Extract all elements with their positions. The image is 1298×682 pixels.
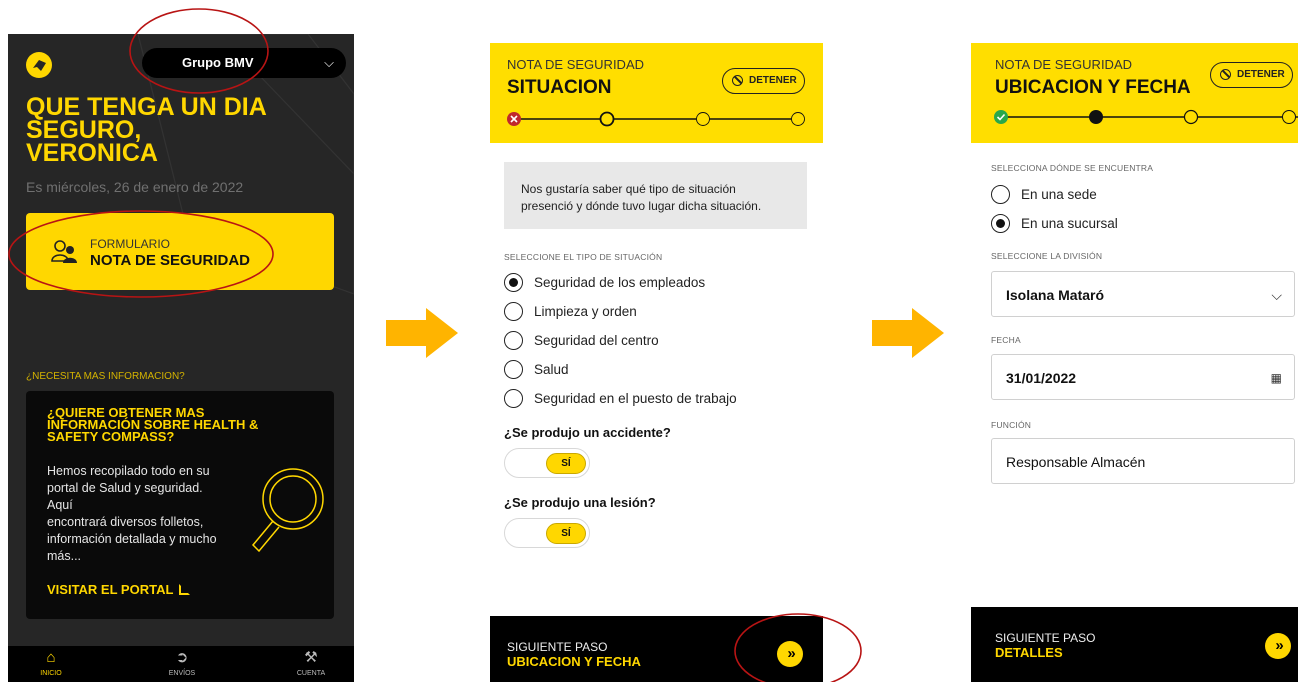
send-icon: ➲ <box>175 649 189 666</box>
body-line: encontrará diversos folletos, <box>47 515 204 529</box>
situation-option[interactable]: Seguridad del centro <box>504 330 659 352</box>
situation-option[interactable]: Seguridad de los empleados <box>504 272 705 294</box>
chevron-down-icon: ⌵ <box>1271 287 1282 303</box>
intro-line: presenció y dónde tuvo lugar dicha situa… <box>521 199 762 213</box>
tab-envios[interactable]: ➲ ENVÍOS <box>142 649 222 677</box>
option-label: En una sucursal <box>1021 216 1118 231</box>
tab-label: ENVÍOS <box>168 670 196 677</box>
body-line: Hemos recopilado todo en su <box>47 464 210 478</box>
option-label: Seguridad del centro <box>534 333 659 348</box>
chevron-down-icon: ⌵ <box>324 55 334 70</box>
location-option[interactable]: En una sucursal <box>991 213 1118 235</box>
flow-arrow-icon <box>386 308 458 358</box>
form-card-kicker: FORMULARIO <box>90 237 171 251</box>
next-step-title: DETALLES <box>995 645 1063 660</box>
info-card-heading: ¿QUIERE OBTENER MAS INFORMACIÓN SOBRE HE… <box>47 406 287 444</box>
brand-logo <box>26 52 52 78</box>
situation-option[interactable]: Salud <box>504 359 569 381</box>
radio <box>504 389 523 408</box>
option-label: Seguridad en el puesto de trabajo <box>534 391 737 406</box>
option-label: Seguridad de los empleados <box>534 275 706 290</box>
step-header: NOTA DE SEGURIDAD SITUACION DETENER <box>490 43 823 143</box>
radio-selected <box>991 214 1010 233</box>
need-info-label: ¿NECESITA MAS INFORMACION? <box>26 371 185 382</box>
step-progress <box>994 109 1298 125</box>
radio <box>504 331 523 350</box>
toggle-knob: SÍ <box>546 523 586 544</box>
division-value: Isolana Mataró <box>1006 287 1105 303</box>
radio <box>504 360 523 379</box>
intro-box: Nos gustaría saber qué tipo de situación… <box>504 162 807 229</box>
wrench-icon: ⚒ <box>304 649 318 666</box>
body-line: información detallada y mucho <box>47 532 217 546</box>
group-selector[interactable]: Grupo BMV ⌵ <box>142 48 346 78</box>
date-input[interactable]: 31/01/2022 ▦ <box>991 354 1295 400</box>
next-step-button[interactable]: » <box>777 641 803 667</box>
next-step-kicker: SIGUIENTE PASO <box>507 640 608 654</box>
heading-line: SAFETY COMPASS? <box>47 429 175 444</box>
function-value: Responsable Almacén <box>1006 454 1146 470</box>
tab-label: INICIO <box>40 670 62 677</box>
situation-type-label: SELECCIONE EL TIPO DE SITUACIÓN <box>504 252 663 262</box>
radio <box>991 185 1010 204</box>
location-label: SELECCIONA DÓNDE SE ENCUENTRA <box>991 163 1154 173</box>
step-progress <box>507 111 805 127</box>
flow-arrow-icon <box>872 308 944 358</box>
group-selector-label: Grupo BMV <box>182 55 254 70</box>
situation-option[interactable]: Limpieza y orden <box>504 301 637 323</box>
magnifier-icon <box>251 468 324 553</box>
radio-selected <box>504 273 523 292</box>
date-label: FECHA <box>991 335 1021 345</box>
division-label: SELECCIONE LA DIVISIÓN <box>991 251 1103 261</box>
radio <box>504 302 523 321</box>
greeting-line: VERONICA <box>26 139 158 167</box>
next-step-bar: SIGUIENTE PASO DETALLES » <box>971 607 1298 682</box>
accident-question: ¿Se produjo un accidente? <box>504 425 671 440</box>
home-icon: ⌂ <box>46 649 56 666</box>
injury-toggle[interactable]: SÍ <box>504 518 590 548</box>
date-value: 31/01/2022 <box>1006 370 1077 386</box>
tab-inicio[interactable]: ⌂ INICIO <box>11 649 91 677</box>
visit-portal-link[interactable]: VISITAR EL PORTAL <box>47 582 191 597</box>
info-card-body: Hemos recopilado todo en su portal de Sa… <box>47 463 227 565</box>
step-done-icon <box>994 110 1008 124</box>
toggle-knob: SÍ <box>546 453 586 474</box>
division-select[interactable]: Isolana Mataró ⌵ <box>991 271 1295 317</box>
safety-note-form-card[interactable]: FORMULARIO NOTA DE SEGURIDAD <box>26 213 334 290</box>
next-step-button[interactable]: » <box>1265 633 1291 659</box>
option-label: En una sede <box>1021 187 1097 202</box>
location-date-screen: NOTA DE SEGURIDAD UBICACION Y FECHA DETE… <box>971 43 1298 682</box>
location-option[interactable]: En una sede <box>991 184 1097 206</box>
option-label: Salud <box>534 362 569 377</box>
next-step-title: UBICACION Y FECHA <box>507 654 641 669</box>
situation-option[interactable]: Seguridad en el puesto de trabajo <box>504 388 737 410</box>
current-date: Es miércoles, 26 de enero de 2022 <box>26 179 244 195</box>
next-step-bar: SIGUIENTE PASO UBICACION Y FECHA » <box>490 616 823 682</box>
greeting-heading: QUE TENGA UN DIA SEGURO, VERONICA <box>26 95 326 167</box>
intro-line: Nos gustaría saber qué tipo de situación <box>521 182 736 196</box>
info-card: ¿QUIERE OBTENER MAS INFORMACIÓN SOBRE HE… <box>26 391 334 619</box>
tab-label: CUENTA <box>296 670 326 677</box>
body-line: portal de Salud y seguridad. Aquí <box>47 481 203 512</box>
home-screen: Grupo BMV ⌵ QUE TENGA UN DIA SEGURO, VER… <box>8 34 354 682</box>
tab-cuenta[interactable]: ⚒ CUENTA <box>271 649 351 677</box>
calendar-icon: ▦ <box>1270 371 1282 385</box>
bottom-tab-bar: ⌂ INICIO ➲ ENVÍOS ⚒ CUENTA <box>8 646 354 682</box>
situation-screen: NOTA DE SEGURIDAD SITUACION DETENER Nos … <box>490 43 823 682</box>
form-card-title: NOTA DE SEGURIDAD <box>90 252 251 269</box>
visit-portal-label: VISITAR EL PORTAL <box>47 582 174 597</box>
next-step-kicker: SIGUIENTE PASO <box>995 631 1096 645</box>
body-line: más... <box>47 549 82 563</box>
external-link-icon <box>179 584 191 595</box>
injury-question: ¿Se produjo una lesión? <box>504 495 656 510</box>
accident-toggle[interactable]: SÍ <box>504 448 590 478</box>
option-label: Limpieza y orden <box>534 304 637 319</box>
function-input[interactable]: Responsable Almacén <box>991 438 1295 484</box>
users-icon <box>51 240 77 263</box>
function-label: FUNCIÓN <box>991 420 1032 430</box>
step-header: NOTA DE SEGURIDAD UBICACION Y FECHA DETE… <box>971 43 1298 143</box>
